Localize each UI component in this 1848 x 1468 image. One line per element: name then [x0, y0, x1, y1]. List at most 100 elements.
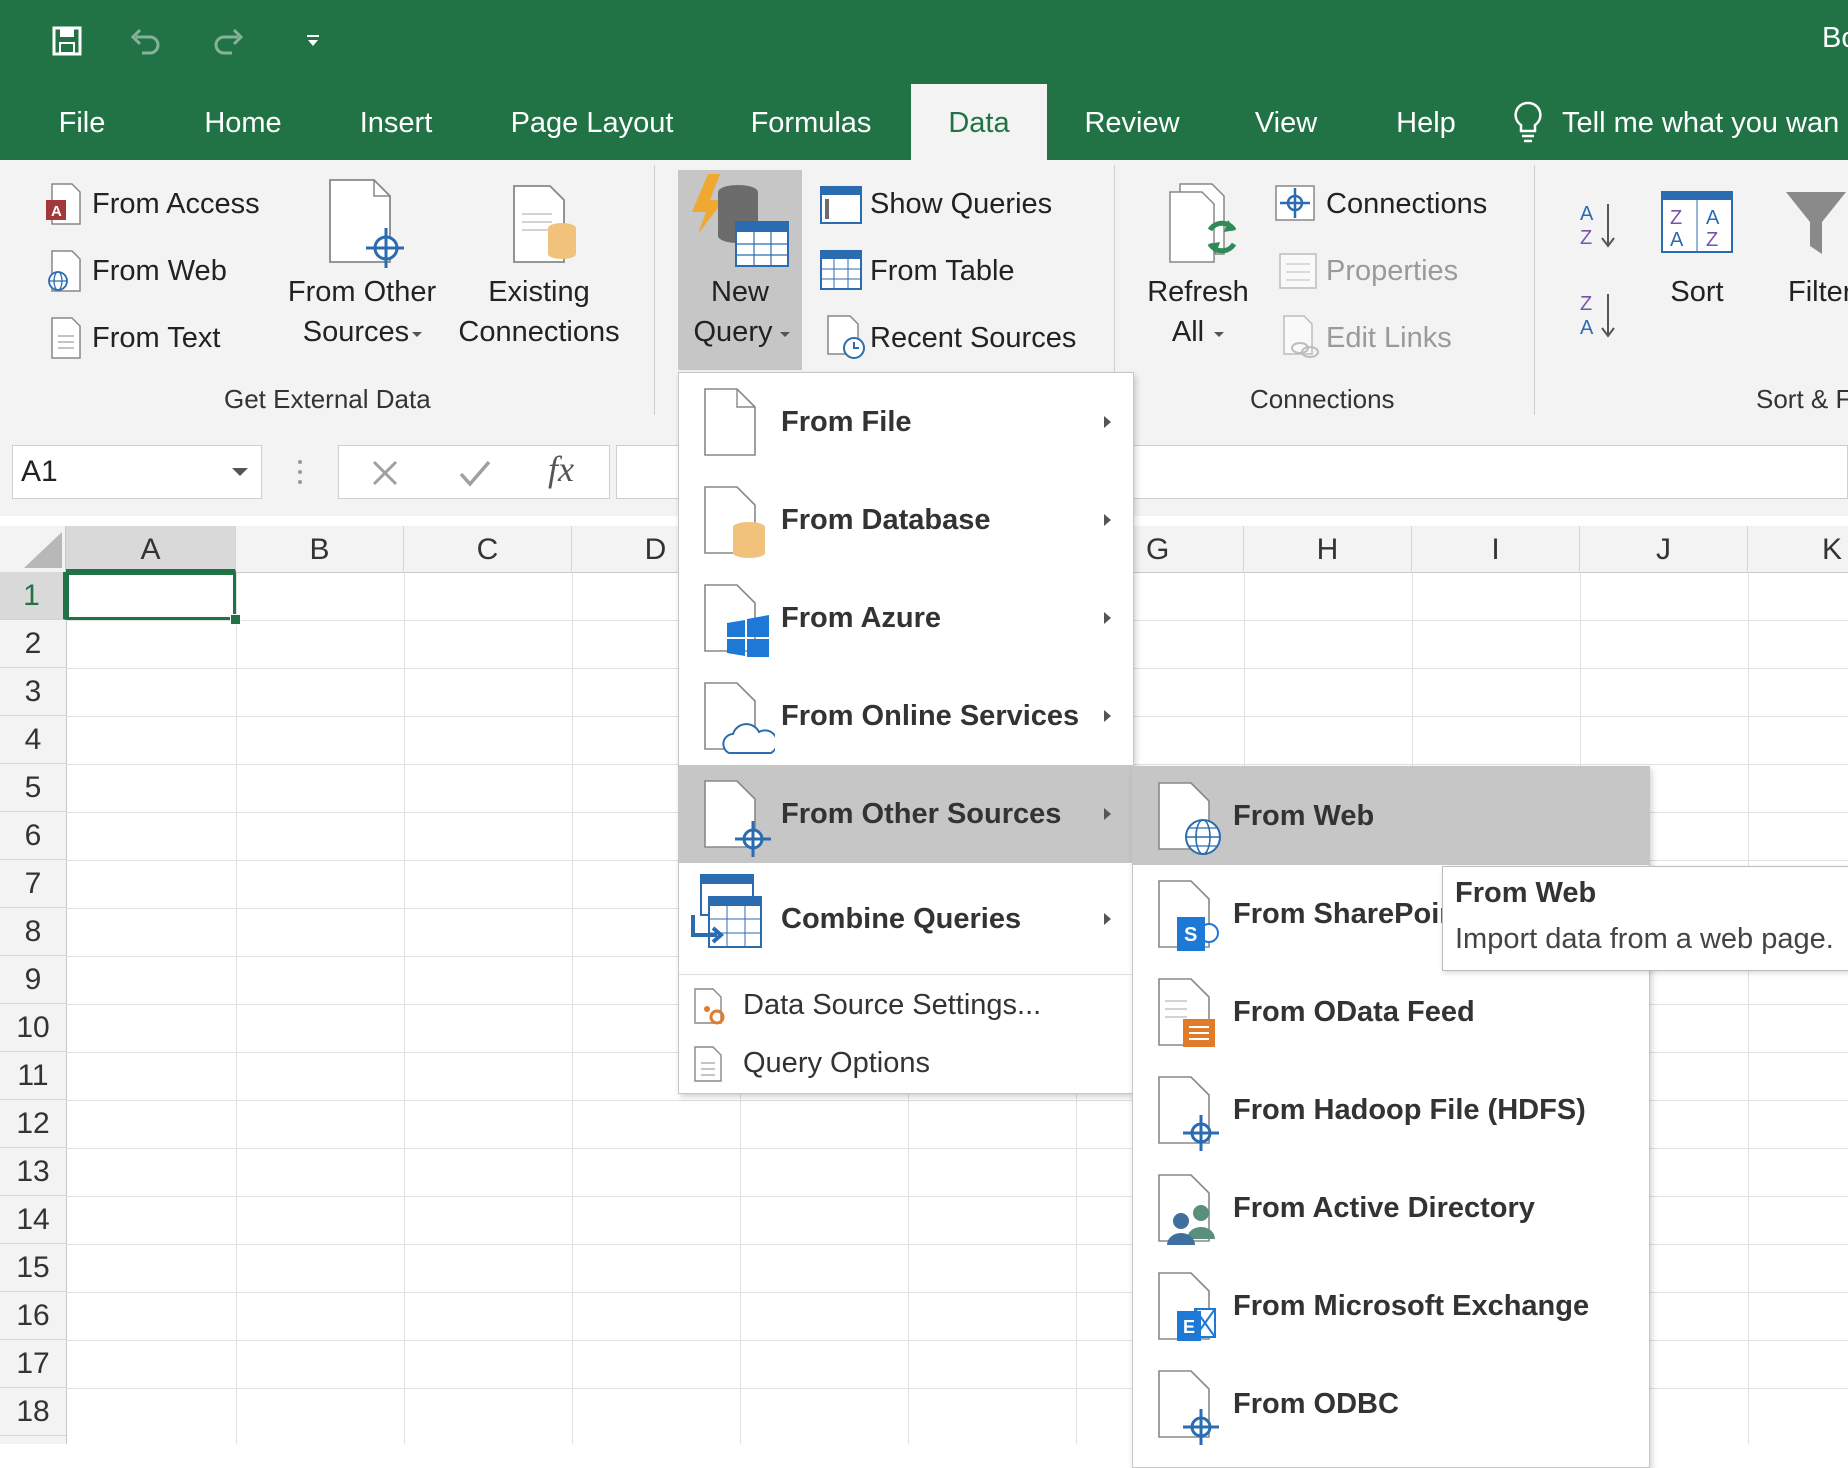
- menu-item-from-odbc[interactable]: From ODBC: [1133, 1355, 1649, 1453]
- menu-item-from-active-directory[interactable]: From Active Directory: [1133, 1159, 1649, 1257]
- menu-item-from-file[interactable]: From File: [679, 373, 1133, 471]
- sharepoint-icon: S: [1157, 879, 1223, 958]
- row-header-11[interactable]: 11: [0, 1052, 66, 1100]
- cancel-icon[interactable]: [370, 458, 400, 493]
- group-label-connections: Connections: [1250, 384, 1395, 414]
- svg-text:S: S: [1184, 924, 1197, 946]
- table-icon: [820, 250, 862, 295]
- edit-links-button[interactable]: Edit Links: [1326, 322, 1452, 355]
- row-header-15[interactable]: 15: [0, 1244, 66, 1292]
- row-header-10[interactable]: 10: [0, 1004, 66, 1052]
- row-header-1[interactable]: 1: [0, 572, 66, 620]
- refresh-all-label-1[interactable]: Refresh: [1138, 276, 1258, 309]
- from-other-sources-label-2[interactable]: Sources: [280, 316, 432, 349]
- show-queries-button[interactable]: Show Queries: [870, 188, 1052, 221]
- name-box[interactable]: A1: [12, 445, 262, 499]
- tooltip-body: Import data from a web page.: [1455, 923, 1834, 955]
- menu-item-from-microsoft-exchange[interactable]: E From Microsoft Exchange: [1133, 1257, 1649, 1355]
- fill-handle[interactable]: [230, 614, 241, 625]
- column-header-a[interactable]: A: [66, 526, 236, 572]
- row-header-7[interactable]: 7: [0, 860, 66, 908]
- row-header-2[interactable]: 2: [0, 620, 66, 668]
- tab-home[interactable]: Home: [180, 84, 306, 160]
- undo-icon[interactable]: [122, 18, 168, 64]
- submenu-arrow-icon: [1104, 514, 1111, 526]
- options-icon: [693, 1045, 727, 1090]
- submenu-arrow-icon: [1104, 808, 1111, 820]
- row-header-18[interactable]: 18: [0, 1388, 66, 1436]
- column-header-i[interactable]: I: [1412, 526, 1580, 572]
- column-header-c[interactable]: C: [404, 526, 572, 572]
- grip-icon: [298, 458, 302, 488]
- row-header-14[interactable]: 14: [0, 1196, 66, 1244]
- enter-icon[interactable]: [458, 458, 492, 493]
- select-all-button[interactable]: [0, 526, 66, 572]
- menu-item-from-hadoop-file[interactable]: From Hadoop File (HDFS): [1133, 1061, 1649, 1159]
- tab-formulas[interactable]: Formulas: [740, 84, 882, 160]
- tab-page-layout[interactable]: Page Layout: [500, 84, 684, 160]
- tab-file[interactable]: File: [30, 84, 134, 160]
- row-header-4[interactable]: 4: [0, 716, 66, 764]
- menu-item-data-source-settings[interactable]: Data Source Settings...: [679, 975, 1133, 1035]
- row-header-3[interactable]: 3: [0, 668, 66, 716]
- tell-me-search[interactable]: Tell me what you wan: [1562, 84, 1839, 160]
- menu-item-label: From Active Directory: [1233, 1192, 1535, 1224]
- tab-data[interactable]: Data: [911, 84, 1047, 160]
- svg-text:Z: Z: [1580, 293, 1592, 315]
- window-title: Bo: [1822, 22, 1848, 54]
- sort-a-to-z-icon[interactable]: AZ: [1578, 200, 1618, 253]
- menu-item-combine-queries[interactable]: Combine Queries: [679, 863, 1133, 975]
- tab-insert[interactable]: Insert: [340, 84, 452, 160]
- save-icon[interactable]: [44, 18, 90, 64]
- menu-item-from-database[interactable]: From Database: [679, 471, 1133, 569]
- tab-view[interactable]: View: [1244, 84, 1328, 160]
- customize-qat-icon[interactable]: [290, 18, 336, 64]
- recent-sources-button[interactable]: Recent Sources: [870, 322, 1076, 355]
- menu-item-query-options[interactable]: Query Options: [679, 1035, 1133, 1093]
- from-web-button[interactable]: From Web: [92, 255, 227, 288]
- filter-icon: [1784, 190, 1848, 261]
- from-access-button[interactable]: From Access: [92, 188, 260, 221]
- selected-cell-a1[interactable]: [66, 572, 236, 620]
- row-header-12[interactable]: 12: [0, 1100, 66, 1148]
- row-header-13[interactable]: 13: [0, 1148, 66, 1196]
- redo-icon[interactable]: [206, 18, 252, 64]
- row-header-9[interactable]: 9: [0, 956, 66, 1004]
- sort-button[interactable]: Sort: [1652, 276, 1742, 309]
- column-header-b[interactable]: B: [236, 526, 404, 572]
- tab-review[interactable]: Review: [1078, 84, 1186, 160]
- row-header-17[interactable]: 17: [0, 1340, 66, 1388]
- row-header-5[interactable]: 5: [0, 764, 66, 812]
- menu-item-from-web[interactable]: From Web: [1133, 767, 1649, 865]
- menu-item-label: From Microsoft Exchange: [1233, 1290, 1590, 1322]
- access-icon: A: [44, 182, 84, 231]
- properties-icon: [1278, 252, 1318, 295]
- active-directory-icon: [1157, 1173, 1223, 1252]
- sort-z-to-a-icon[interactable]: ZA: [1578, 290, 1618, 343]
- menu-item-from-azure[interactable]: From Azure: [679, 569, 1133, 667]
- menu-item-label: Combine Queries: [781, 903, 1022, 935]
- tab-help[interactable]: Help: [1384, 84, 1468, 160]
- new-query-icon: [688, 172, 792, 277]
- column-header-j[interactable]: J: [1580, 526, 1748, 572]
- from-other-sources-label-1[interactable]: From Other: [280, 276, 444, 309]
- row-header-8[interactable]: 8: [0, 908, 66, 956]
- from-table-button[interactable]: From Table: [870, 255, 1015, 288]
- menu-item-from-other-sources[interactable]: From Other Sources: [679, 765, 1133, 863]
- existing-connections-label-1[interactable]: Existing: [456, 276, 622, 309]
- insert-function-button[interactable]: fx: [548, 448, 574, 490]
- connections-button[interactable]: Connections: [1326, 188, 1487, 221]
- properties-button[interactable]: Properties: [1326, 255, 1458, 288]
- menu-item-from-odata-feed[interactable]: From OData Feed: [1133, 963, 1649, 1061]
- existing-connections-label-2[interactable]: Connections: [450, 316, 628, 349]
- row-header-6[interactable]: 6: [0, 812, 66, 860]
- new-query-label-2: Query: [693, 316, 773, 348]
- from-text-button[interactable]: From Text: [92, 322, 220, 355]
- filter-button[interactable]: Filter: [1788, 276, 1848, 309]
- menu-item-from-online-services[interactable]: From Online Services: [679, 667, 1133, 765]
- column-header-k[interactable]: K: [1748, 526, 1848, 572]
- row-header-16[interactable]: 16: [0, 1292, 66, 1340]
- column-header-h[interactable]: H: [1244, 526, 1412, 572]
- svg-text:Z: Z: [1706, 229, 1718, 251]
- chevron-down-icon[interactable]: [232, 468, 248, 476]
